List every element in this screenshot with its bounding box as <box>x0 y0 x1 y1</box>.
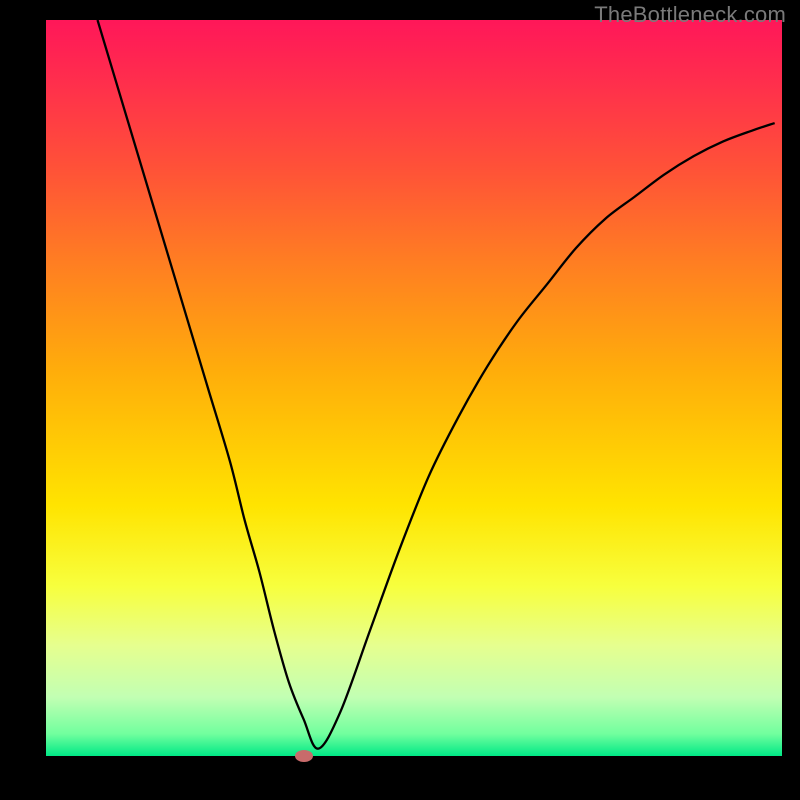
min-point-marker <box>295 750 313 762</box>
watermark-text: TheBottleneck.com <box>594 2 786 28</box>
chart-frame: TheBottleneck.com <box>0 0 800 800</box>
plot-area <box>46 20 782 756</box>
bottleneck-curve <box>46 20 782 756</box>
